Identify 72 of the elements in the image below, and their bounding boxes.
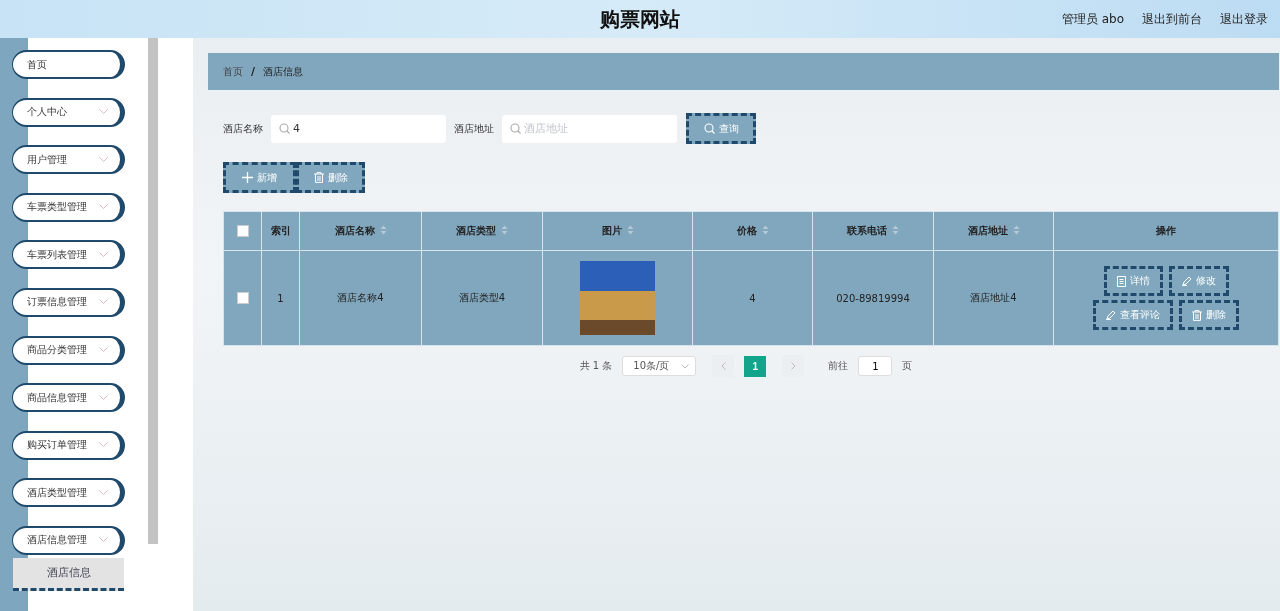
chevron-down-icon: [99, 156, 108, 163]
checkbox[interactable]: [236, 292, 249, 304]
page-size-select[interactable]: 10条/页: [622, 356, 697, 376]
column-header[interactable]: 酒店地址: [933, 211, 1054, 251]
breadcrumb-link[interactable]: 首页: [223, 64, 243, 79]
checkbox[interactable]: [236, 225, 249, 237]
chevron-left-icon: [720, 362, 726, 370]
menu-item[interactable]: 订票信息管理: [12, 287, 125, 317]
plus-icon: [242, 172, 253, 183]
goto-label: 前往: [828, 359, 849, 373]
sort-icon: [626, 225, 634, 235]
header-link[interactable]: 退出到前台: [1142, 10, 1202, 28]
table-cell: 酒店类型4: [421, 250, 543, 346]
menu-item[interactable]: 商品分类管理: [12, 335, 125, 365]
menu-item[interactable]: 酒店信息管理: [12, 525, 125, 555]
chevron-down-icon: [99, 347, 108, 354]
breadcrumb-separator: /: [251, 65, 256, 78]
menu-item[interactable]: 商品信息管理: [12, 383, 125, 413]
chevron-right-icon: [790, 362, 796, 370]
breadcrumb-link[interactable]: 酒店信息: [263, 64, 304, 79]
sort-icon: [1012, 225, 1020, 235]
chevron-down-icon: [681, 363, 690, 369]
sort-icon: [379, 225, 387, 235]
menu-item[interactable]: 车票列表管理: [12, 240, 125, 270]
table-cell: 酒店名称4: [299, 250, 422, 346]
chevron-down-icon: [99, 394, 108, 401]
previous-page-button[interactable]: [712, 355, 735, 377]
menu-item[interactable]: 首页: [12, 50, 125, 79]
page-input[interactable]: 1: [858, 356, 893, 376]
column-header[interactable]: 价格: [692, 211, 813, 251]
sort-icon: [892, 225, 899, 235]
chevron-down-icon: [99, 489, 108, 496]
field-label: 酒店名称: [223, 121, 263, 136]
sort-icon: [761, 225, 769, 235]
pencil-icon: [1106, 310, 1116, 320]
sort-icon: [501, 225, 508, 235]
chevron-down-icon: [99, 299, 108, 306]
header-link[interactable]: 管理员 abo: [1061, 10, 1124, 28]
table-cell: 4: [692, 250, 813, 346]
submenu-item[interactable]: 酒店信息: [13, 557, 124, 591]
menu-item[interactable]: 用户管理: [12, 145, 125, 175]
menu-item[interactable]: 车票类型管理: [12, 192, 125, 222]
trash-icon: [1192, 309, 1202, 321]
site-title: 购票网站: [600, 5, 680, 33]
menu-item[interactable]: 个人中心: [12, 97, 125, 127]
table-cell: 1: [261, 250, 300, 346]
field-label: 酒店地址: [454, 121, 494, 136]
menu-item[interactable]: 酒店类型管理: [12, 478, 125, 508]
chevron-down-icon: [99, 109, 108, 116]
column-header[interactable]: 图片: [542, 211, 693, 251]
input-field[interactable]: 4: [271, 114, 446, 143]
chevron-down-icon: [99, 442, 108, 449]
total-count: 共 1 条: [579, 359, 613, 373]
column-header[interactable]: 联系电话: [812, 211, 934, 251]
column-header[interactable]: 酒店类型: [421, 211, 543, 251]
column-header: 操作: [1053, 211, 1279, 251]
search-icon: [703, 123, 715, 134]
table-cell: 酒店地址4: [933, 250, 1054, 346]
table-cell: 020-89819994: [812, 250, 934, 346]
document-icon: [1116, 275, 1126, 287]
chevron-down-icon: [99, 251, 108, 258]
next-page-button[interactable]: [782, 355, 805, 377]
header-link[interactable]: 退出登录: [1220, 10, 1268, 28]
pencil-icon: [1181, 276, 1192, 286]
page-unit-label: 页: [902, 359, 913, 373]
menu-item[interactable]: 购买订单管理: [12, 430, 125, 460]
scrollbar[interactable]: [148, 38, 158, 544]
column-header: 索引: [261, 211, 300, 251]
trash-icon: [313, 172, 324, 183]
column-header[interactable]: 酒店名称: [299, 211, 422, 251]
chevron-down-icon: [99, 204, 108, 211]
chevron-down-icon: [99, 537, 108, 544]
